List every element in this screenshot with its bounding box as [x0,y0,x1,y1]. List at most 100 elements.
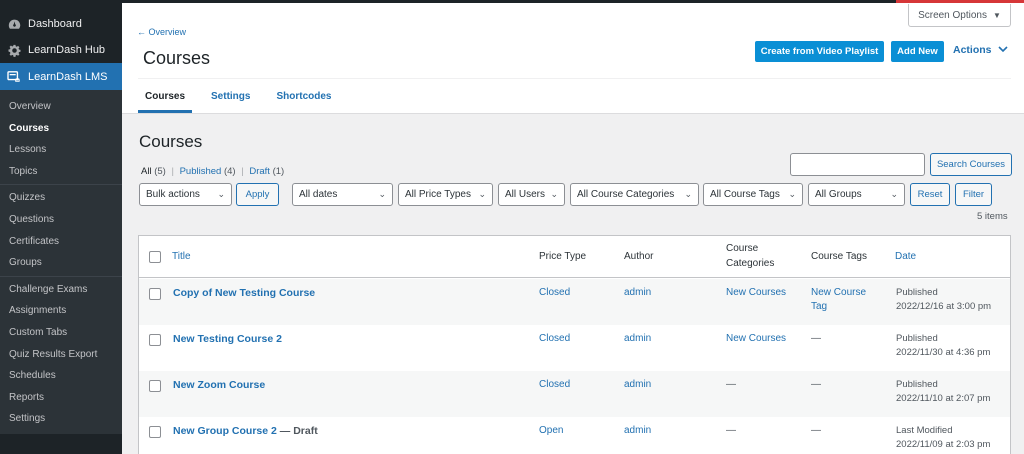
tag-link[interactable]: New Course Tag [811,286,866,314]
sidebar-item-custom-tabs[interactable]: Custom Tabs [0,322,122,344]
chevron-down-icon: ⌄ [684,189,692,199]
view-draft-count: (1) [272,166,285,177]
sidebar-item-quiz-results-export[interactable]: Quiz Results Export [0,344,122,366]
view-separator: | [171,166,174,177]
tab-settings[interactable]: Settings [204,80,257,113]
author-link[interactable]: admin [624,424,651,438]
sidebar-item-reports[interactable]: Reports [0,387,122,409]
bulk-actions-select[interactable]: Bulk actions ⌄ [139,183,232,206]
tag-empty: — [811,333,821,344]
date-value: 2022/11/10 at 2:07 pm [896,393,991,404]
reset-button[interactable]: Reset [910,183,950,206]
bulk-actions-value: Bulk actions [146,189,200,200]
filter-course-tags-select[interactable]: All Course Tags ⌄ [703,183,803,206]
category-link[interactable]: New Courses [726,286,786,300]
dashboard-icon [7,17,21,31]
page-title: Courses [143,48,211,68]
sidebar-item-courses[interactable]: Courses [0,118,122,140]
select-all-checkbox[interactable] [149,251,161,263]
sidebar-item-assignments[interactable]: Assignments [0,300,122,322]
items-count: 5 items [977,211,1008,222]
actions-dropdown[interactable]: Actions [953,44,1008,56]
date-status: Last Modified [896,425,953,436]
filter-price-types-select[interactable]: All Price Types ⌄ [398,183,493,206]
date-cell: Published 2022/11/30 at 4:36 pm [896,332,990,360]
view-published-count: (4) [223,166,236,177]
date-cell: Published 2022/11/10 at 2:07 pm [896,378,990,406]
sidebar-item-questions[interactable]: Questions [0,209,122,231]
course-title-link[interactable]: New Zoom Course [173,378,265,392]
date-status: Published [896,333,938,344]
price-type-link[interactable]: Closed [539,286,570,300]
filter-button[interactable]: Filter [955,183,992,206]
date-cell: Last Modified 2022/11/09 at 2:03 pm [896,424,990,452]
filter-groups-select[interactable]: All Groups ⌄ [808,183,905,206]
price-type-link[interactable]: Closed [539,378,570,392]
course-title-link[interactable]: New Testing Course 2 [173,332,282,346]
date-status: Published [896,287,938,298]
tab-courses[interactable]: Courses [138,80,193,113]
row-checkbox[interactable] [149,426,161,438]
menu-learndash-lms[interactable]: LearnDash LMS [0,63,122,90]
table-row: New Zoom Course Closed admin — — Publish… [139,371,1010,417]
menu-learndash-hub[interactable]: LearnDash Hub [0,37,122,63]
tab-shortcodes[interactable]: Shortcodes [269,80,338,113]
row-checkbox[interactable] [149,380,161,392]
view-draft[interactable]: Draft [249,166,270,177]
date-value: 2022/11/30 at 4:36 pm [896,347,991,358]
author-link[interactable]: admin [624,332,651,346]
column-date[interactable]: Date [895,251,916,262]
filter-course-categories-value: All Course Categories [577,189,675,200]
filter-course-categories-select[interactable]: All Course Categories ⌄ [570,183,699,206]
date-value: 2022/12/16 at 3:00 pm [896,301,992,312]
tag-line-1: New Course [811,287,867,298]
author-link[interactable]: admin [624,286,651,300]
learndash-submenu: Overview Courses Lessons Topics Quizzes … [0,90,122,434]
filter-dates-select[interactable]: All dates ⌄ [292,183,393,206]
price-type-link[interactable]: Closed [539,332,570,346]
sidebar-item-settings[interactable]: Settings [0,408,122,430]
sidebar-item-certificates[interactable]: Certificates [0,231,122,253]
menu-learndash-hub-label: LearnDash Hub [28,44,106,56]
search-input[interactable] [790,153,925,176]
screen-options-label: Screen Options [918,9,987,21]
tag-empty: — [811,379,821,390]
sidebar-item-overview[interactable]: Overview [0,96,122,118]
view-separator: | [241,166,244,177]
gear-icon [7,43,21,57]
chevron-down-icon: ⌄ [890,189,898,199]
back-to-overview-link[interactable]: ← Overview [137,27,186,37]
view-published[interactable]: Published [180,166,222,177]
add-new-button[interactable]: Add New [891,41,944,62]
row-checkbox[interactable] [149,334,161,346]
column-course-categories: Categories [726,258,775,269]
column-title[interactable]: Title [172,251,191,262]
table-header: Title Price Type Author Course Categorie… [139,236,1010,278]
list-heading: Courses [139,132,203,151]
course-title-link[interactable]: New Group Course 2 — Draft [173,424,318,438]
chevron-down-icon [997,45,1008,55]
row-checkbox[interactable] [149,288,161,300]
tag-line-2: Tag [811,301,828,312]
create-from-video-playlist-button[interactable]: Create from Video Playlist [755,41,884,62]
category-link[interactable]: New Courses [726,332,786,346]
view-all[interactable]: All [141,166,152,177]
sidebar-item-lessons[interactable]: Lessons [0,139,122,161]
caret-down-icon: ▼ [993,10,1001,20]
sidebar-item-topics[interactable]: Topics [0,161,122,183]
course-title-link[interactable]: Copy of New Testing Course [173,286,315,300]
author-link[interactable]: admin [624,378,651,392]
main-content: Courses All (5) | Published (4) | Draft … [122,115,1024,454]
sidebar-item-quizzes[interactable]: Quizzes [0,187,122,209]
search-courses-button[interactable]: Search Courses [930,153,1012,176]
sidebar-item-challenge-exams[interactable]: Challenge Exams [0,279,122,301]
sidebar-item-groups[interactable]: Groups [0,252,122,274]
apply-button[interactable]: Apply [236,183,279,206]
filter-users-select[interactable]: All Users ⌄ [498,183,565,206]
price-type-link[interactable]: Open [539,424,563,438]
menu-dashboard[interactable]: Dashboard [0,11,122,37]
screen-options-toggle[interactable]: Screen Options ▼ [908,4,1011,27]
sidebar-item-schedules[interactable]: Schedules [0,365,122,387]
draft-state-label: — Draft [276,425,318,437]
chevron-down-icon: ⌄ [217,189,225,199]
